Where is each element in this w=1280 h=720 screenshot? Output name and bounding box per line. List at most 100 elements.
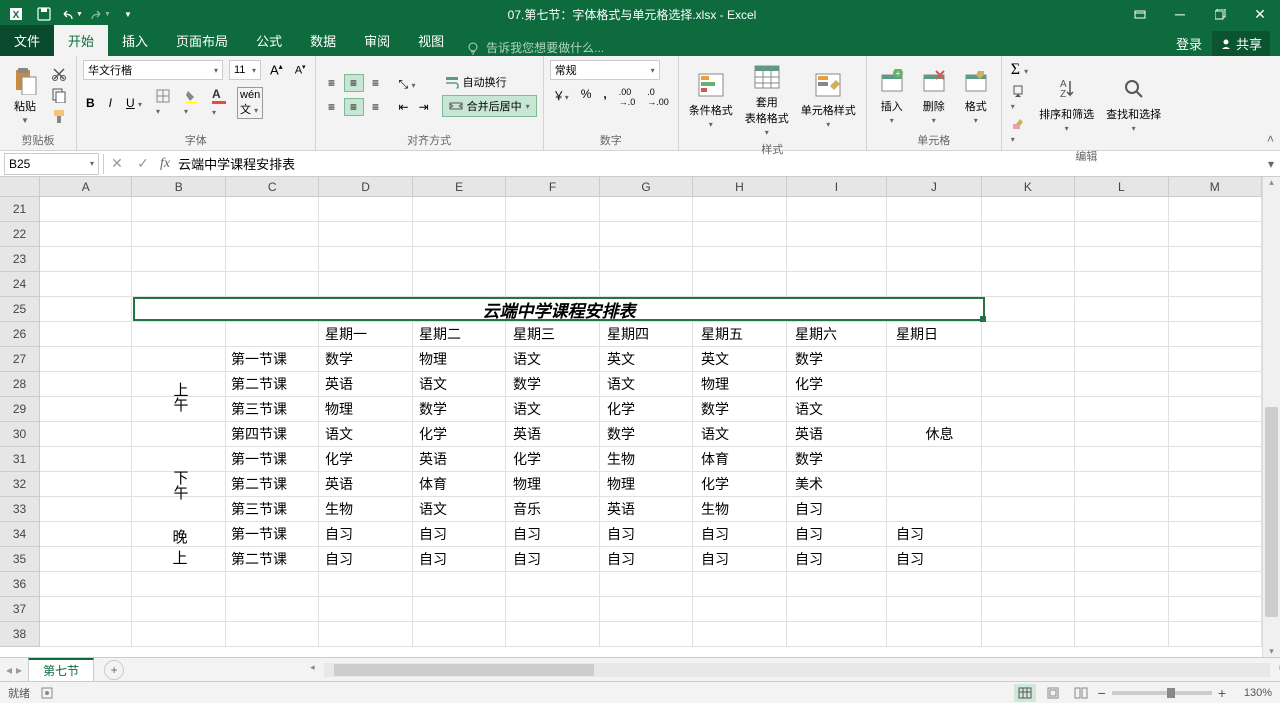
row-header[interactable]: 28 <box>0 372 40 397</box>
cell[interactable] <box>1075 447 1168 472</box>
zoom-slider[interactable] <box>1112 691 1212 695</box>
cell[interactable] <box>1075 297 1168 322</box>
cell[interactable] <box>132 222 225 247</box>
subject-cell[interactable]: 化学 <box>795 374 823 394</box>
cell[interactable] <box>887 622 981 647</box>
subject-cell[interactable]: 自习 <box>795 524 823 544</box>
tab-review[interactable]: 审阅 <box>350 25 404 56</box>
subject-cell[interactable]: 体育 <box>419 474 447 494</box>
period-label[interactable]: 第一节课 <box>231 524 287 544</box>
cell-styles-button[interactable]: 单元格样式▾ <box>797 68 860 131</box>
cell[interactable] <box>226 572 319 597</box>
cell[interactable] <box>982 272 1075 297</box>
tab-formula[interactable]: 公式 <box>242 25 296 56</box>
cell[interactable] <box>1075 547 1168 572</box>
cell[interactable] <box>1075 372 1168 397</box>
cell[interactable] <box>1169 347 1262 372</box>
vscroll-thumb[interactable] <box>1265 407 1278 617</box>
subject-cell[interactable]: 英语 <box>325 374 353 394</box>
cell[interactable] <box>693 622 786 647</box>
fx-icon[interactable]: fx <box>156 156 174 172</box>
cell[interactable] <box>693 572 786 597</box>
row-header[interactable]: 34 <box>0 522 40 547</box>
cell[interactable] <box>887 272 981 297</box>
cell[interactable] <box>887 347 981 372</box>
tab-file[interactable]: 文件 <box>0 25 54 56</box>
align-center-icon[interactable]: ≡ <box>344 98 364 116</box>
row-header[interactable]: 37 <box>0 597 40 622</box>
cell[interactable] <box>982 397 1075 422</box>
font-color-icon[interactable]: A▾ <box>209 86 229 119</box>
cell[interactable] <box>982 472 1075 497</box>
subject-cell[interactable]: 自习 <box>325 524 353 544</box>
subject-cell[interactable]: 化学 <box>419 424 447 444</box>
subject-cell[interactable]: 自习 <box>795 499 823 519</box>
cell[interactable] <box>413 247 506 272</box>
subject-cell[interactable]: 自习 <box>701 524 729 544</box>
subject-cell[interactable]: 英文 <box>701 349 729 369</box>
subject-cell[interactable]: 英语 <box>607 499 635 519</box>
subject-cell[interactable]: 休息 <box>926 424 954 444</box>
cell[interactable] <box>600 197 693 222</box>
day-header[interactable]: 星期一 <box>325 324 367 344</box>
col-header[interactable]: E <box>413 177 506 197</box>
bold-button[interactable]: B <box>83 95 98 111</box>
subject-cell[interactable]: 化学 <box>325 449 353 469</box>
cell[interactable] <box>506 622 599 647</box>
cell[interactable] <box>1169 397 1262 422</box>
col-header[interactable]: A <box>40 177 132 197</box>
cell[interactable] <box>600 272 693 297</box>
day-header[interactable]: 星期三 <box>513 324 555 344</box>
delete-cells-button[interactable]: 删除▾ <box>915 64 953 127</box>
conditional-format-button[interactable]: 条件格式▾ <box>685 68 737 131</box>
time-group-label[interactable]: 下午 <box>133 447 227 522</box>
cell[interactable] <box>1169 472 1262 497</box>
day-header[interactable]: 星期五 <box>701 324 743 344</box>
col-header[interactable]: M <box>1169 177 1262 197</box>
cell[interactable] <box>40 322 132 347</box>
cell[interactable] <box>40 247 132 272</box>
cell[interactable] <box>40 297 132 322</box>
fill-color-icon[interactable]: ▾ <box>181 88 201 118</box>
cell[interactable] <box>787 222 887 247</box>
col-header[interactable]: B <box>132 177 225 197</box>
subject-cell[interactable]: 音乐 <box>513 499 541 519</box>
col-header[interactable]: L <box>1075 177 1168 197</box>
subject-cell[interactable]: 自习 <box>896 549 924 569</box>
row-header[interactable]: 25 <box>0 297 40 322</box>
cell[interactable] <box>693 197 786 222</box>
cell[interactable] <box>887 497 981 522</box>
subject-cell[interactable]: 数学 <box>795 349 823 369</box>
cell[interactable] <box>40 422 132 447</box>
subject-cell[interactable]: 物理 <box>419 349 447 369</box>
subject-cell[interactable]: 物理 <box>607 474 635 494</box>
subject-cell[interactable]: 自习 <box>896 524 924 544</box>
cell[interactable] <box>1169 322 1262 347</box>
view-page-break-icon[interactable] <box>1070 684 1092 702</box>
cell[interactable] <box>982 572 1075 597</box>
cell[interactable] <box>1075 472 1168 497</box>
col-header[interactable]: D <box>319 177 412 197</box>
cell[interactable] <box>413 222 506 247</box>
cell[interactable] <box>1075 622 1168 647</box>
sort-filter-button[interactable]: AZ 排序和筛选▾ <box>1035 72 1098 135</box>
selection-handle[interactable] <box>980 316 986 322</box>
clear-icon[interactable]: ▾ <box>1008 116 1031 146</box>
cell[interactable] <box>887 572 981 597</box>
cell[interactable] <box>413 197 506 222</box>
subject-cell[interactable]: 英语 <box>513 424 541 444</box>
phonetic-icon[interactable]: wén文 ▾ <box>237 87 263 119</box>
row-header[interactable]: 31 <box>0 447 40 472</box>
cell[interactable] <box>413 272 506 297</box>
subject-cell[interactable]: 化学 <box>513 449 541 469</box>
cell[interactable] <box>982 447 1075 472</box>
cell[interactable] <box>693 222 786 247</box>
cell[interactable] <box>226 222 319 247</box>
cell[interactable] <box>40 522 132 547</box>
tab-view[interactable]: 视图 <box>404 25 458 56</box>
day-header[interactable]: 星期二 <box>419 324 461 344</box>
period-label[interactable]: 第一节课 <box>231 349 287 369</box>
subject-cell[interactable]: 语文 <box>513 349 541 369</box>
row-header[interactable]: 26 <box>0 322 40 347</box>
increase-decimal-icon[interactable]: .00→.0 <box>616 86 639 108</box>
